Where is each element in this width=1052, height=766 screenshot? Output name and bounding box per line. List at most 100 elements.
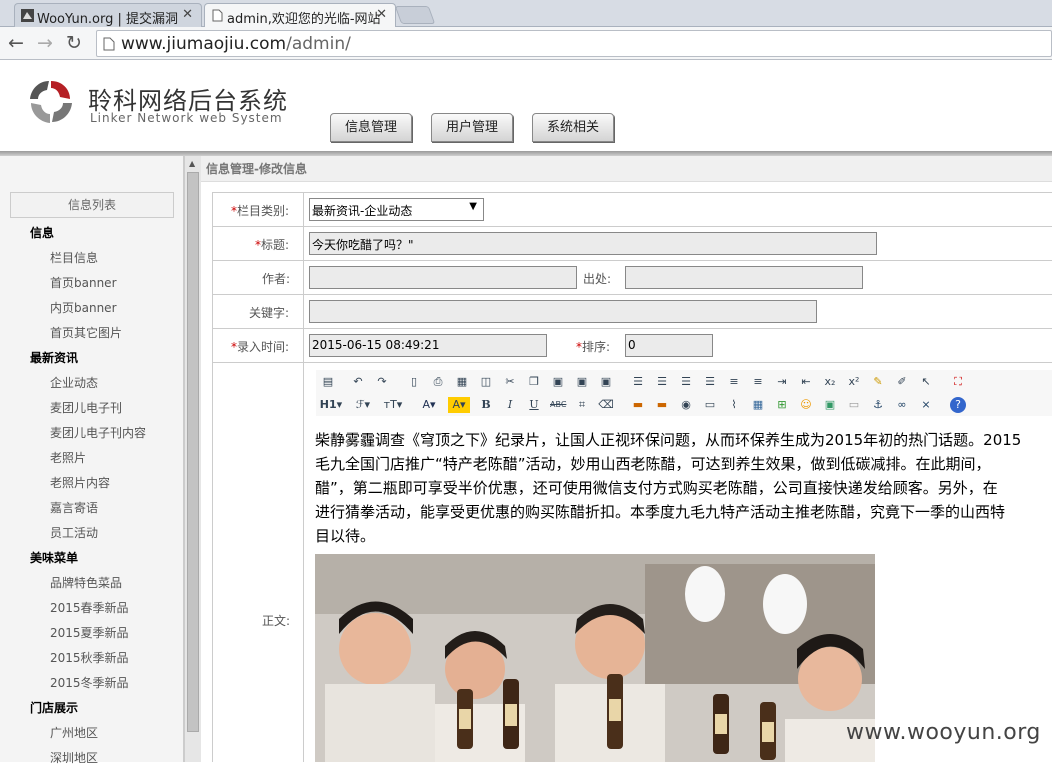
- paste-icon[interactable]: ▣: [550, 374, 566, 390]
- justify-icon[interactable]: ☰: [702, 374, 718, 390]
- sidebar-group-info[interactable]: 信息: [30, 224, 54, 241]
- author-input[interactable]: [309, 266, 577, 289]
- indent-icon[interactable]: ⇥: [774, 374, 790, 390]
- sidebar-group-menu[interactable]: 美味菜单: [30, 549, 78, 566]
- title-input[interactable]: 今天你吃醋了吗？": [309, 232, 877, 255]
- image-icon[interactable]: ▣: [822, 397, 838, 413]
- help-icon[interactable]: ?: [950, 397, 966, 413]
- sidebar-item[interactable]: 深圳地区: [50, 749, 98, 766]
- nav-info-management-button[interactable]: 信息管理: [330, 113, 412, 142]
- sidebar-item[interactable]: 品牌特色菜品: [50, 574, 122, 591]
- underline-icon[interactable]: U: [526, 397, 542, 413]
- redo-icon[interactable]: ↷: [374, 374, 390, 390]
- staff-photo[interactable]: [315, 554, 875, 762]
- forward-arrow-icon[interactable]: →: [33, 31, 57, 55]
- unordered-list-icon[interactable]: ≡: [750, 374, 766, 390]
- page-icon: [103, 37, 115, 51]
- select-all-icon[interactable]: ↖: [918, 374, 934, 390]
- sidebar-item[interactable]: 2015春季新品: [50, 599, 129, 616]
- font-family-icon[interactable]: ℱ▾: [352, 397, 374, 413]
- align-left-icon[interactable]: ☰: [630, 374, 646, 390]
- editor-toolbar: ▤ ↶ ↷ ▯ ⎙ ▦ ◫ ✂ ❐ ▣ ▣ ▣ ☰ ☰ ☰ ☰ ≡ ≡ ⇥ ⇤ …: [316, 370, 1052, 416]
- table-icon[interactable]: ▦: [750, 397, 766, 413]
- sidebar-item[interactable]: 员工活动: [50, 524, 98, 541]
- subscript-icon[interactable]: x₂: [822, 374, 838, 390]
- fullscreen-icon[interactable]: ⛶: [950, 374, 966, 390]
- preview-icon[interactable]: ▯: [406, 374, 422, 390]
- back-arrow-icon[interactable]: ←: [4, 31, 28, 55]
- scroll-up-icon[interactable]: ▲: [189, 159, 195, 168]
- sidebar-item[interactable]: 老照片: [50, 449, 86, 466]
- keywords-input[interactable]: [309, 300, 817, 323]
- insert-video-icon[interactable]: ▭: [702, 397, 718, 413]
- attachment-icon[interactable]: ⌇: [726, 397, 742, 413]
- tab-wooyun[interactable]: WooYun.org | 提交漏洞 ✕: [14, 3, 202, 27]
- copy-icon[interactable]: ❐: [526, 374, 542, 390]
- format-painter-icon[interactable]: ✐: [894, 374, 910, 390]
- category-select[interactable]: 最新资讯-企业动态 ▼: [309, 198, 484, 221]
- sidebar-item[interactable]: 2015夏季新品: [50, 624, 129, 641]
- close-tab-icon[interactable]: ✕: [182, 7, 193, 22]
- sidebar-group-stores[interactable]: 门店展示: [30, 699, 78, 716]
- undo-icon[interactable]: ↶: [350, 374, 366, 390]
- strikethrough-icon[interactable]: ABC: [550, 397, 566, 413]
- emoticon-icon[interactable]: ☺: [798, 397, 814, 413]
- italic-icon[interactable]: I: [502, 397, 518, 413]
- cut-icon[interactable]: ✂: [502, 374, 518, 390]
- paste-word-icon[interactable]: ▣: [598, 374, 614, 390]
- paste-text-icon[interactable]: ▣: [574, 374, 590, 390]
- time-input[interactable]: 2015-06-15 08:49:21: [309, 334, 547, 357]
- template-icon[interactable]: ▦: [454, 374, 470, 390]
- reload-icon[interactable]: ↻: [62, 31, 86, 55]
- outdent-icon[interactable]: ⇤: [798, 374, 814, 390]
- anchor-icon[interactable]: ⚓: [870, 397, 886, 413]
- sidebar-item[interactable]: 2015冬季新品: [50, 674, 129, 691]
- font-size-icon[interactable]: тT▾: [380, 397, 406, 413]
- sidebar-item[interactable]: 企业动态: [50, 374, 98, 391]
- sidebar-item[interactable]: 广州地区: [50, 724, 98, 741]
- close-tab-icon[interactable]: ✕: [376, 7, 387, 22]
- clear-format-icon[interactable]: ✎: [870, 374, 886, 390]
- bold-icon[interactable]: B: [478, 397, 494, 413]
- print-icon[interactable]: ⎙: [430, 374, 446, 390]
- ordered-list-icon[interactable]: ≡: [726, 374, 742, 390]
- new-tab-button[interactable]: [394, 6, 436, 24]
- source-input[interactable]: [625, 266, 863, 289]
- scrollbar-thumb[interactable]: [187, 172, 199, 732]
- sidebar-item[interactable]: 嘉言寄语: [50, 499, 98, 516]
- sidebar-item[interactable]: 麦团儿电子刊: [50, 399, 122, 416]
- insert-row-icon[interactable]: ⊞: [774, 397, 790, 413]
- sidebar-item[interactable]: 栏目信息: [50, 249, 98, 266]
- paragraph-line: 进行猜拳活动，能享受更优惠的购买陈醋折扣。本季度九毛九特产活动主推老陈醋，究竟下…: [315, 503, 1006, 521]
- page-break-icon[interactable]: ▭: [846, 397, 862, 413]
- editor-content[interactable]: 柴静雾霾调查《穹顶之下》纪录片，让国人正视环保问题，从而环保养生成为2015年初…: [315, 428, 1052, 548]
- order-input[interactable]: 0: [625, 334, 713, 357]
- nav-user-management-button[interactable]: 用户管理: [431, 113, 513, 142]
- address-bar[interactable]: www.jiumaojiu.com/admin/: [96, 30, 1052, 57]
- insert-flash-icon[interactable]: ▬: [654, 397, 670, 413]
- insert-media-icon[interactable]: ◉: [678, 397, 694, 413]
- sidebar-item[interactable]: 内页banner: [50, 299, 117, 316]
- align-center-icon[interactable]: ☰: [654, 374, 670, 390]
- insert-image-icon[interactable]: ▬: [630, 397, 646, 413]
- align-right-icon[interactable]: ☰: [678, 374, 694, 390]
- sidebar-scrollbar[interactable]: ▲: [184, 156, 201, 762]
- heading-icon[interactable]: H1▾: [318, 397, 344, 413]
- sidebar-item[interactable]: 首页banner: [50, 274, 117, 291]
- sidebar-group-news[interactable]: 最新资讯: [30, 349, 78, 366]
- font-color-icon[interactable]: A▾: [418, 397, 440, 413]
- sidebar-item[interactable]: 首页其它图片: [50, 324, 122, 341]
- source-icon[interactable]: ▤: [320, 374, 336, 390]
- horizontal-rule-icon[interactable]: ⌗: [574, 397, 590, 413]
- sidebar-item[interactable]: 麦团儿电子刊内容: [50, 424, 146, 441]
- sidebar-item[interactable]: 2015秋季新品: [50, 649, 129, 666]
- code-icon[interactable]: ◫: [478, 374, 494, 390]
- sidebar-item[interactable]: 老照片内容: [50, 474, 110, 491]
- unlink-icon[interactable]: ⨯: [918, 397, 934, 413]
- link-icon[interactable]: ∞: [894, 397, 910, 413]
- superscript-icon[interactable]: x²: [846, 374, 862, 390]
- tab-admin[interactable]: admin,欢迎您的光临-网站 ✕: [204, 3, 396, 28]
- highlight-icon[interactable]: A▾: [448, 397, 470, 413]
- eraser-icon[interactable]: ⌫: [598, 397, 614, 413]
- nav-system-button[interactable]: 系统相关: [532, 113, 614, 142]
